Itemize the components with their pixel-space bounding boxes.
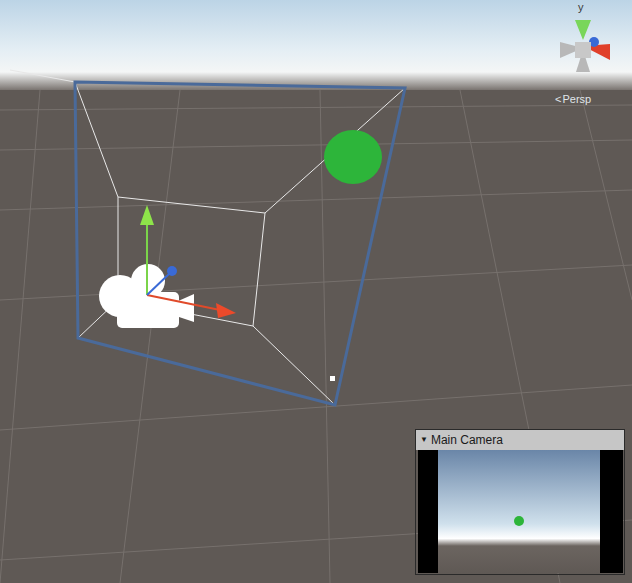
y-axis-label[interactable]: y	[578, 2, 584, 13]
view-mode-label: Persp	[562, 92, 591, 106]
scene-canvas[interactable]	[0, 0, 632, 583]
camera-preview-title: Main Camera	[431, 431, 503, 449]
camera-preview: ▼ Main Camera	[415, 429, 625, 575]
foldout-toggle[interactable]: ▼	[420, 434, 428, 446]
perspective-icon: <	[555, 92, 561, 106]
camera-preview-header[interactable]: ▼ Main Camera	[416, 430, 624, 450]
view-mode-toggle[interactable]: < Persp	[555, 92, 591, 106]
scene-view[interactable]: y < Persp ▼ Main Camera	[0, 0, 632, 583]
orientation-gizmo-icon[interactable]	[560, 20, 610, 72]
